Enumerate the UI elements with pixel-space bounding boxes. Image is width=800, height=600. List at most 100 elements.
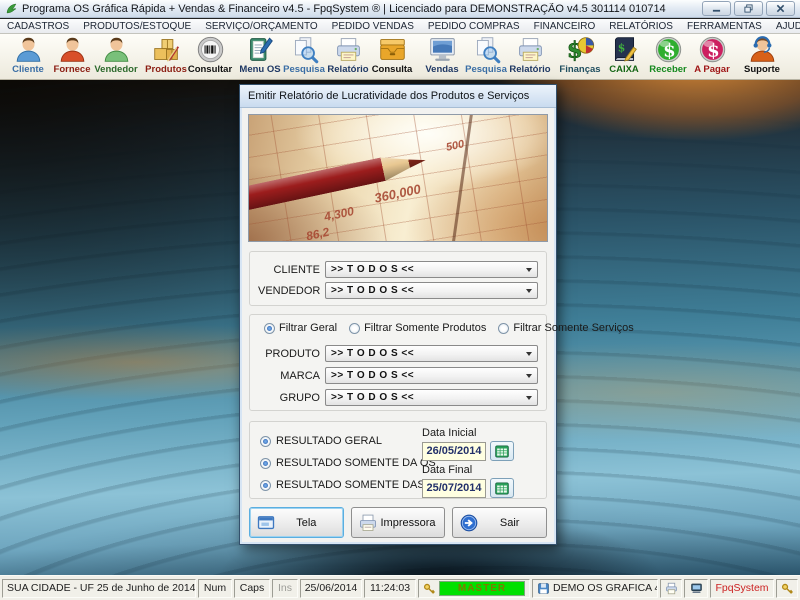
support-person-icon [748,35,777,64]
radio-filtrar-somente-servicos-label[interactable]: Filtrar Somente Serviços [513,322,633,334]
toolbar-label: Vendas [425,64,459,75]
database-disk-icon [538,582,549,594]
toolbar-button-financas[interactable]: $ Finanças [558,34,602,79]
database-name: DEMO OS GRAFICA 4.5 [553,582,658,594]
insert-indicator: Ins [277,582,292,594]
menu-item-pedido-compras[interactable]: PEDIDO COMPRAS [421,21,527,32]
radio-resultado-geral-label[interactable]: RESULTADO GERAL [276,435,382,447]
caps-lock-indicator: Caps [239,582,265,594]
svg-text:$: $ [707,40,720,61]
sair-button[interactable]: Sair [452,507,548,538]
grupo-combobox[interactable]: >> T O D O S << [325,389,538,406]
produto-label: PRODUTO [265,347,320,360]
svg-text:$: $ [617,41,625,54]
toolbar-button-pesquisa-os[interactable]: Pesquisa [282,34,326,79]
data-final-calendar-button[interactable] [490,478,514,498]
calendar-icon [495,482,509,494]
menu-item-pedido-vendas[interactable]: PEDIDO VENDAS [325,21,421,32]
toolbar-button-caixa[interactable]: $ CAIXA [602,34,646,79]
num-lock-indicator: Num [203,582,227,594]
radio-resultado-somente-vendas[interactable] [260,479,271,491]
statusbar-workstation [684,578,708,598]
radio-filtrar-somente-produtos[interactable] [349,322,361,334]
location-date-text: SUA CIDADE - UF 25 de Junho de 2014 - Qu… [7,582,196,594]
toolbar-button-produtos[interactable]: Produtos [144,34,188,79]
data-final-field[interactable] [422,478,486,498]
toolbar-button-suporte[interactable]: Suporte [740,34,784,79]
statusbar-printer [660,578,682,598]
seller-person-icon [102,35,131,64]
tela-button-label: Tela [296,516,317,529]
impressora-button[interactable]: Impressora [350,507,446,538]
statusbar-caps: Caps [234,578,270,598]
toolbar-button-relatorio-vendas[interactable]: Relatório [508,34,552,79]
radio-resultado-geral[interactable] [260,435,271,447]
radio-resultado-somente-os[interactable] [260,457,271,469]
statusbar-database: DEMO OS GRAFICA 4.5 [532,578,658,598]
toolbar-label: Consulta [371,64,413,75]
dialog-titlebar[interactable]: Emitir Relatório de Lucratividade dos Pr… [240,85,556,108]
screen-window-icon [256,513,276,533]
toolbar-button-relatorio-os[interactable]: Relatório [326,34,370,79]
statusbar-user: MASTER [418,578,530,598]
data-inicial-calendar-button[interactable] [490,441,514,461]
toolbar-button-consultar[interactable]: Consultar [188,34,232,79]
menu-item-ferramentas[interactable]: FERRAMENTAS [680,21,769,32]
main-toolbar: Cliente Fornece Vendedor Produtos Consul… [0,34,800,80]
vendedor-combobox[interactable]: >> T O D O S << [325,282,538,299]
cash-book-icon: $ [610,35,639,64]
chevron-down-icon[interactable] [521,346,537,361]
toolbar-button-a-pagar[interactable]: $ A Pagar [690,34,734,79]
archive-drawer-icon [378,35,407,64]
result-dates-groupbox: RESULTADO GERAL RESULTADO SOMENTE DA OS … [249,421,547,499]
minimize-button[interactable] [702,1,731,16]
window-titlebar[interactable]: Programa OS Gráfica Rápida + Vendas & Fi… [0,0,800,18]
pencil-ledger-photo: 500 360,000 4,300 86,2 [248,114,548,242]
app-icon [5,2,18,15]
data-inicial-label: Data Inicial [422,427,477,439]
toolbar-button-vendedor[interactable]: Vendedor [94,34,138,79]
exit-arrow-icon [459,513,479,533]
marca-combobox-value: >> T O D O S << [331,370,415,381]
toolbar-button-menu-os[interactable]: Menu OS [238,34,282,79]
toolbar-button-pesquisa-vendas[interactable]: Pesquisa [464,34,508,79]
menu-item-relatorios[interactable]: RELATÓRIOS [602,21,680,32]
menu-item-cadastros[interactable]: CADASTROS [0,21,76,32]
chevron-down-icon[interactable] [521,262,537,277]
radio-filtrar-geral[interactable] [264,322,275,334]
radio-filtrar-somente-produtos-label[interactable]: Filtrar Somente Produtos [364,322,486,334]
menu-item-ajuda[interactable]: AJUDA [769,21,800,32]
produto-combobox[interactable]: >> T O D O S << [325,345,538,362]
tela-button[interactable]: Tela [249,507,344,538]
statusbar: SUA CIDADE - UF 25 de Junho de 2014 - Qu… [0,575,800,600]
toolbar-button-vendas[interactable]: Vendas [420,34,464,79]
search-documents-icon [290,35,319,64]
pay-dollar-icon: $ [698,35,727,64]
report-printer-icon [516,35,545,64]
toolbar-button-consulta-os[interactable]: Consulta [370,34,414,79]
toolbar-label: Pesquisa [283,64,325,75]
toolbar-button-receber[interactable]: $ Receber [646,34,690,79]
chevron-down-icon[interactable] [521,368,537,383]
toolbar-button-moedas[interactable]: $ [790,34,800,79]
radio-filtrar-somente-servicos[interactable] [498,322,510,334]
restore-button[interactable] [734,1,763,16]
radio-filtrar-geral-label[interactable]: Filtrar Geral [279,322,337,334]
radio-resultado-somente-os-label[interactable]: RESULTADO SOMENTE DA OS [276,457,436,469]
cliente-combobox[interactable]: >> T O D O S << [325,261,538,278]
menu-item-produtos-estoque[interactable]: PRODUTOS/ESTOQUE [76,21,198,32]
toolbar-label: Relatório [509,64,551,75]
toolbar-button-fornecedor[interactable]: Fornece [50,34,94,79]
statusbar-date: 25/06/2014 [300,578,362,598]
marca-combobox[interactable]: >> T O D O S << [325,367,538,384]
data-inicial-field[interactable] [422,441,486,461]
close-button[interactable] [766,1,795,16]
toolbar-label: Consultar [187,64,233,75]
toolbar-button-cliente[interactable]: Cliente [6,34,50,79]
menu-item-financeiro[interactable]: FINANCEIRO [527,21,603,32]
chevron-down-icon[interactable] [521,283,537,298]
svg-text:$: $ [663,40,676,61]
menu-item-servico-orcamento[interactable]: SERVIÇO/ORÇAMENTO [198,21,324,32]
toolbar-label: Vendedor [94,64,138,75]
chevron-down-icon[interactable] [521,390,537,405]
